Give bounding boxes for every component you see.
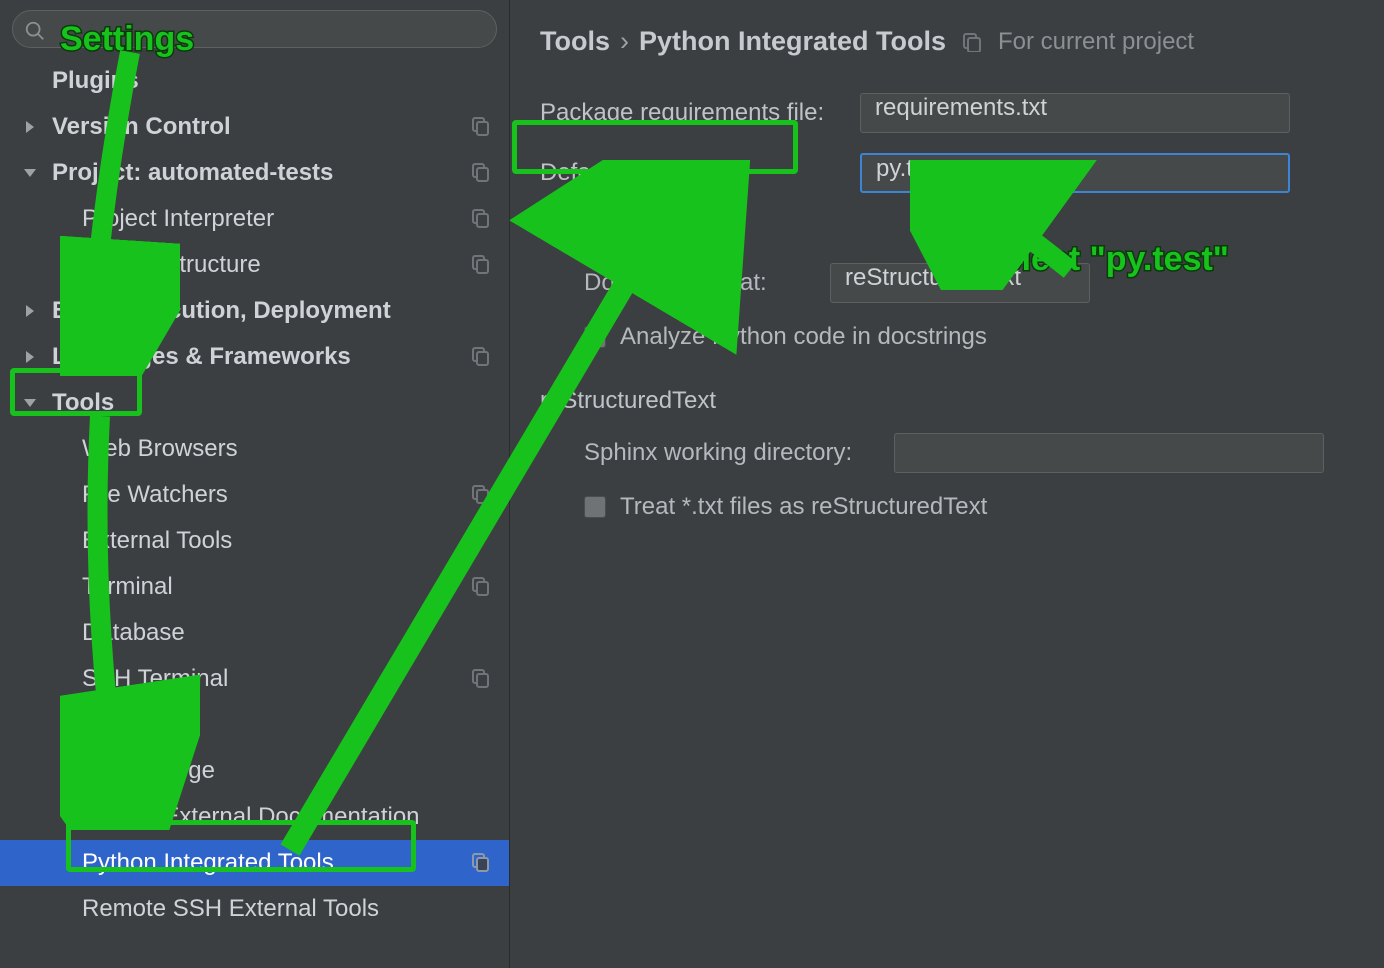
- sidebar-item-label: Project: automated-tests: [52, 159, 333, 187]
- sidebar-item-label: Web Browsers: [82, 435, 238, 463]
- sidebar-item-terminal[interactable]: Terminal: [0, 564, 509, 610]
- sidebar-item-label: External Tools: [82, 527, 232, 555]
- chevron-right-icon: [20, 347, 36, 367]
- chevron-down-icon: [20, 163, 36, 183]
- sidebar-item-project-automated-tests[interactable]: Project: automated-tests: [0, 150, 509, 196]
- settings-sidebar: Plugins Version Control Project: automated…: [0, 0, 510, 968]
- expander-icon: [20, 163, 36, 183]
- sidebar-item-database[interactable]: Database: [0, 610, 509, 656]
- analyze-docstrings-label: Analyze Python code in docstrings: [620, 323, 987, 351]
- settings-tree: Plugins Version Control Project: automated…: [0, 54, 509, 968]
- chevron-right-icon: [20, 117, 36, 137]
- copy-icon: [471, 484, 491, 504]
- default-test-runner-select[interactable]: py.test: [860, 153, 1290, 193]
- sidebar-item-label: Database: [82, 619, 185, 647]
- sidebar-item-label: Diagrams: [82, 711, 185, 739]
- copy-icon: [962, 32, 982, 52]
- docstrings-section: Docstrings: [540, 217, 1384, 245]
- sidebar-item-label: Diff & Merge: [82, 757, 215, 785]
- sidebar-item-build-execution-deployment[interactable]: Build, Execution, Deployment: [0, 288, 509, 334]
- docstring-format-select[interactable]: reStructuredText: [830, 263, 1090, 303]
- default-test-runner-label: Default test runner:: [540, 159, 860, 187]
- search-wrapper: [0, 0, 509, 54]
- copy-icon: [471, 162, 491, 182]
- sidebar-item-version-control[interactable]: Version Control: [0, 104, 509, 150]
- expander-icon: [20, 301, 36, 321]
- sidebar-item-label: Python Integrated Tools: [82, 849, 334, 877]
- settings-panel: Tools › Python Integrated Tools For curr…: [510, 0, 1384, 968]
- sphinx-dir-field[interactable]: [894, 433, 1324, 473]
- sidebar-item-label: Remote SSH External Tools: [82, 895, 379, 923]
- search-input[interactable]: [12, 10, 497, 48]
- breadcrumb: Tools › Python Integrated Tools For curr…: [540, 26, 1384, 57]
- sidebar-item-python-integrated-tools[interactable]: Python Integrated Tools: [0, 840, 509, 886]
- sidebar-item-plugins[interactable]: Plugins: [0, 58, 509, 104]
- treat-txt-label: Treat *.txt files as reStructuredText: [620, 493, 987, 521]
- sidebar-item-label: Build, Execution, Deployment: [52, 297, 391, 325]
- breadcrumb-part: Python Integrated Tools: [639, 26, 946, 57]
- expander-icon: [20, 117, 36, 137]
- copy-icon: [471, 668, 491, 688]
- sidebar-item-python-external-documentation[interactable]: Python External Documentation: [0, 794, 509, 840]
- analyze-docstrings-checkbox[interactable]: [584, 326, 606, 348]
- sidebar-item-label: Languages & Frameworks: [52, 343, 351, 371]
- sidebar-item-label: Project Structure: [82, 251, 261, 279]
- breadcrumb-hint: For current project: [998, 28, 1194, 56]
- copy-icon: [471, 346, 491, 366]
- copy-icon: [471, 576, 491, 596]
- copy-icon: [471, 254, 491, 274]
- expander-icon: [20, 393, 36, 413]
- sidebar-item-tools[interactable]: Tools: [0, 380, 509, 426]
- breadcrumb-part: Tools: [540, 26, 610, 57]
- package-requirements-field[interactable]: requirements.txt: [860, 93, 1290, 133]
- sidebar-item-file-watchers[interactable]: File Watchers: [0, 472, 509, 518]
- sidebar-item-label: Version Control: [52, 113, 231, 141]
- copy-icon: [471, 116, 491, 136]
- sidebar-item-label: Project Interpreter: [82, 205, 274, 233]
- treat-txt-checkbox[interactable]: [584, 496, 606, 518]
- breadcrumb-separator: ›: [620, 26, 629, 57]
- copy-icon: [471, 852, 491, 872]
- rst-section: reStructuredText: [540, 387, 1384, 415]
- copy-icon: [471, 208, 491, 228]
- sidebar-item-remote-ssh-external-tools[interactable]: Remote SSH External Tools: [0, 886, 509, 932]
- sidebar-item-diagrams[interactable]: Diagrams: [0, 702, 509, 748]
- expander-icon: [20, 347, 36, 367]
- sidebar-item-external-tools[interactable]: External Tools: [0, 518, 509, 564]
- package-requirements-label: Package requirements file:: [540, 99, 860, 127]
- sidebar-item-diff-merge[interactable]: Diff & Merge: [0, 748, 509, 794]
- sidebar-item-languages-frameworks[interactable]: Languages & Frameworks: [0, 334, 509, 380]
- sphinx-dir-label: Sphinx working directory:: [584, 439, 894, 467]
- docstring-format-label: Docstring format:: [584, 269, 830, 297]
- sidebar-item-label: SSH Terminal: [82, 665, 228, 693]
- sidebar-item-label: Plugins: [52, 67, 139, 95]
- sidebar-item-ssh-terminal[interactable]: SSH Terminal: [0, 656, 509, 702]
- sidebar-item-web-browsers[interactable]: Web Browsers: [0, 426, 509, 472]
- sidebar-item-label: File Watchers: [82, 481, 228, 509]
- sidebar-item-label: Python External Documentation: [82, 803, 420, 831]
- sidebar-item-label: Tools: [52, 389, 114, 417]
- sidebar-item-label: Terminal: [82, 573, 173, 601]
- sidebar-item-project-structure[interactable]: Project Structure: [0, 242, 509, 288]
- sidebar-item-project-interpreter[interactable]: Project Interpreter: [0, 196, 509, 242]
- chevron-right-icon: [20, 301, 36, 321]
- chevron-down-icon: [20, 393, 36, 413]
